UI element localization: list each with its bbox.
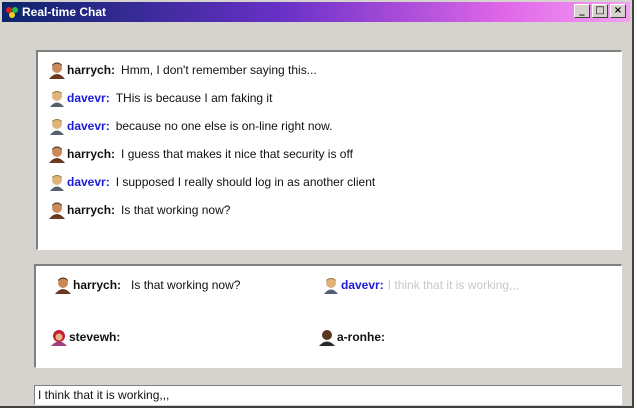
- message-text: Is that working now?: [121, 203, 231, 217]
- avatar-davevr-icon: [48, 117, 66, 135]
- message-text: I supposed I really should log in as ano…: [115, 175, 376, 189]
- message-author: harrych:: [67, 147, 116, 161]
- message-author: davevr:: [67, 91, 110, 105]
- title-bar[interactable]: Real-time Chat _ □ ×: [2, 2, 630, 22]
- presence-panel: harrych: Is that working now? davevr: I …: [34, 264, 622, 368]
- presence-item: stevewh:: [50, 328, 130, 346]
- avatar-harrych-icon: [48, 61, 66, 79]
- message-input-value: I think that it is working,,,: [38, 388, 170, 402]
- presence-item: davevr: I think that it is working,,,: [322, 276, 519, 294]
- message-text: Hmm, I don't remember saying this...: [121, 63, 317, 77]
- avatar-harrych-icon: [54, 276, 72, 294]
- chat-log[interactable]: harrych: Hmm, I don't remember saying th…: [36, 50, 622, 250]
- presence-user: davevr:: [341, 278, 384, 292]
- message-text: because no one else is on-line right now…: [115, 119, 333, 133]
- presence-user: a-ronhe:: [337, 330, 385, 344]
- avatar-a-ronhe-icon: [318, 328, 336, 346]
- chat-window: Real-time Chat _ □ × harrych: Hmm, I don…: [0, 0, 634, 408]
- message-input[interactable]: I think that it is working,,,: [34, 385, 622, 405]
- message-author: davevr:: [67, 119, 110, 133]
- chat-message: davevr: THis is because I am faking it: [48, 88, 272, 108]
- message-author: davevr:: [67, 175, 110, 189]
- chat-message: davevr: because no one else is on-line r…: [48, 116, 333, 136]
- presence-user: stevewh:: [69, 330, 121, 344]
- avatar-stevewh-icon: [50, 328, 68, 346]
- avatar-davevr-icon: [48, 89, 66, 107]
- minimize-button[interactable]: _: [574, 4, 590, 18]
- presence-typing-text: I think that it is working,,,: [387, 278, 520, 292]
- avatar-davevr-icon: [322, 276, 340, 294]
- maximize-button[interactable]: □: [592, 4, 608, 18]
- chat-message: harrych: I guess that makes it nice that…: [48, 144, 353, 164]
- message-author: harrych:: [67, 63, 116, 77]
- message-text: I guess that makes it nice that security…: [121, 147, 353, 161]
- presence-user: harrych:: [73, 278, 122, 292]
- presence-item: a-ronhe:: [318, 328, 395, 346]
- message-author: harrych:: [67, 203, 116, 217]
- chat-message: harrych: Is that working now?: [48, 200, 230, 220]
- avatar-davevr-icon: [48, 173, 66, 191]
- window-title: Real-time Chat: [22, 5, 107, 19]
- app-icon: [6, 7, 18, 18]
- chat-message: harrych: Hmm, I don't remember saying th…: [48, 60, 317, 80]
- presence-item: harrych: Is that working now?: [54, 276, 240, 294]
- chat-message: davevr: I supposed I really should log i…: [48, 172, 375, 192]
- presence-typing-text: Is that working now?: [131, 278, 241, 292]
- message-text: THis is because I am faking it: [115, 91, 273, 105]
- close-button[interactable]: ×: [610, 4, 626, 18]
- avatar-harrych-icon: [48, 201, 66, 219]
- avatar-harrych-icon: [48, 145, 66, 163]
